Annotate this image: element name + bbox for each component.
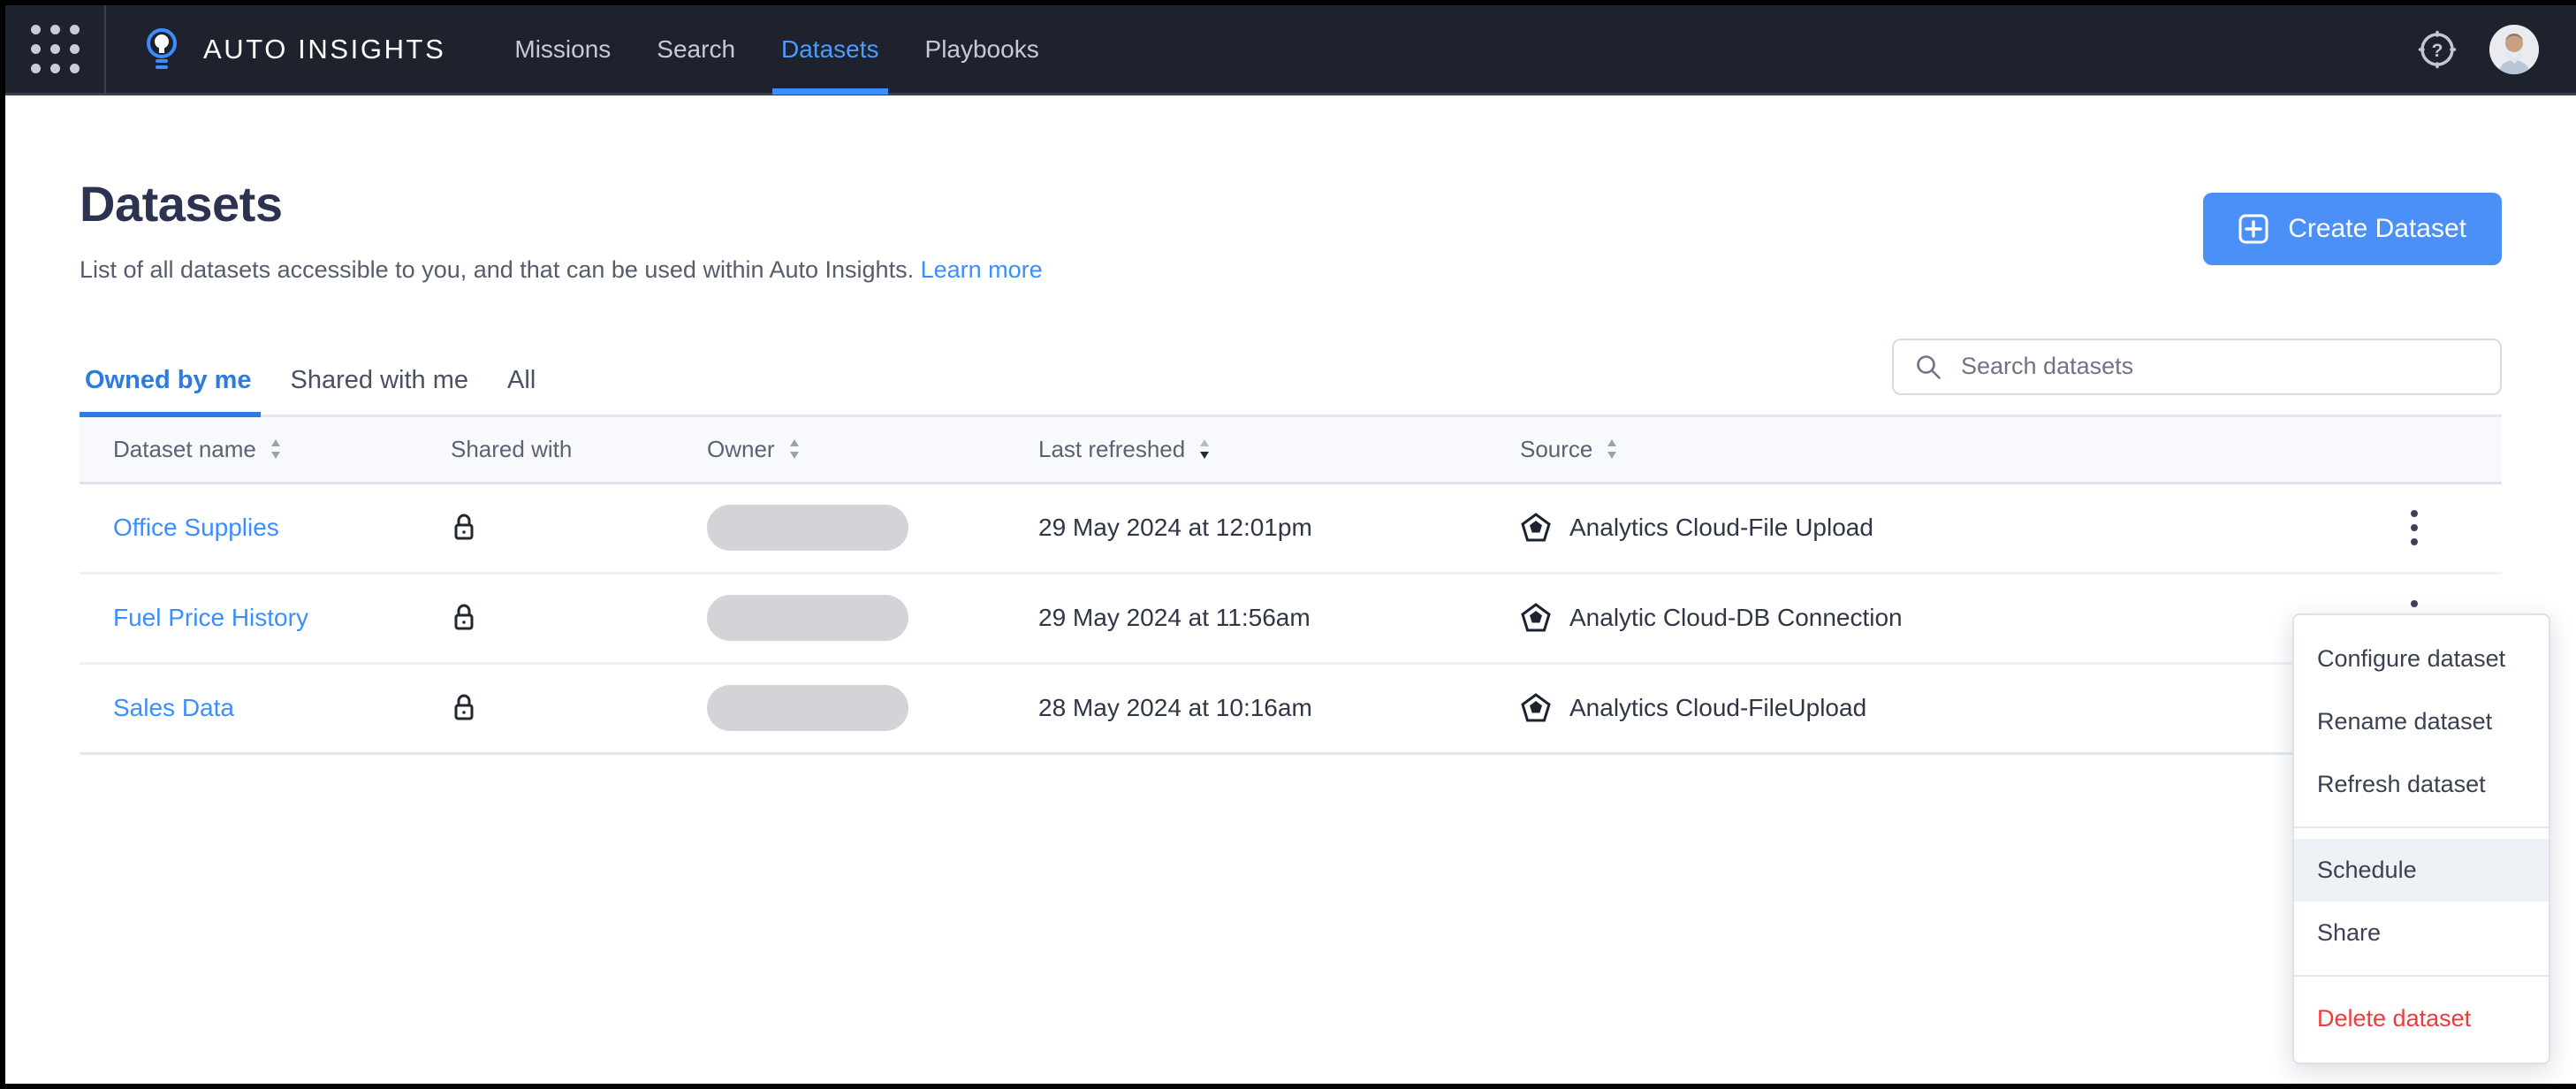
user-avatar-image	[2489, 24, 2539, 74]
column-label: Dataset name	[113, 435, 256, 462]
cell-shared-with	[451, 692, 707, 724]
column-header-shared-with: Shared with	[451, 436, 707, 463]
table-row[interactable]: Office Supplies 29 May 2024 at 12:01pm A…	[80, 484, 2502, 575]
source-label: Analytic Cloud-DB Connection	[1569, 604, 1903, 632]
nav-item-missions[interactable]: Missions	[491, 5, 634, 95]
page-header: Datasets List of all datasets accessible…	[80, 95, 2502, 284]
menu-item-refresh-dataset[interactable]: Refresh dataset	[2294, 753, 2549, 816]
menu-separator	[2294, 975, 2549, 977]
cell-source: Analytics Cloud-FileUpload	[1520, 692, 2245, 724]
tab-shared-with-me[interactable]: Shared with me	[271, 366, 489, 415]
lock-icon	[454, 604, 474, 630]
page-subtitle: List of all datasets accessible to you, …	[80, 256, 2203, 284]
row-actions-menu-button[interactable]	[2389, 502, 2440, 553]
column-label: Source	[1520, 435, 1593, 462]
cell-dataset-name: Sales Data	[80, 694, 451, 722]
cell-owner	[707, 505, 1038, 552]
cell-last-refreshed: 28 May 2024 at 10:16am	[1038, 694, 1312, 722]
search-container	[1892, 338, 2502, 395]
search-input[interactable]	[1892, 338, 2502, 395]
analytics-cloud-icon	[1521, 603, 1551, 632]
datasets-table: Dataset name Shared with Owner Last refr…	[80, 416, 2502, 755]
svg-text:?: ?	[2432, 41, 2443, 61]
create-dataset-label: Create Dataset	[2288, 214, 2466, 243]
app-grid-icon	[30, 25, 80, 73]
sort-arrows-icon	[270, 439, 280, 460]
tab-owned-by-me[interactable]: Owned by me	[80, 366, 271, 417]
owner-redacted-pill	[707, 505, 908, 552]
column-header-last-refreshed[interactable]: Last refreshed	[1038, 436, 1520, 463]
app-grid-button[interactable]	[5, 25, 104, 73]
help-circle-icon[interactable]: ?	[2417, 29, 2458, 70]
search-icon	[1917, 354, 1941, 379]
cell-last-refreshed: 29 May 2024 at 11:56am	[1038, 604, 1311, 632]
analytics-cloud-icon	[1521, 693, 1551, 722]
lock-icon	[454, 694, 474, 720]
nav-item-playbooks[interactable]: Playbooks	[902, 5, 1062, 95]
owner-redacted-pill	[707, 685, 908, 732]
avatar[interactable]	[2489, 24, 2539, 74]
dataset-filter-tabs: Owned by me Shared with me All	[80, 366, 555, 417]
column-label: Last refreshed	[1038, 435, 1186, 462]
menu-item-delete-dataset[interactable]: Delete dataset	[2294, 987, 2549, 1050]
tab-all[interactable]: All	[488, 366, 555, 415]
cell-source: Analytic Cloud-DB Connection	[1520, 602, 2245, 634]
cell-shared-with	[451, 512, 707, 544]
table-row[interactable]: Fuel Price History 29 May 2024 at 11:56a…	[80, 575, 2502, 665]
cell-actions	[2245, 502, 2502, 553]
sort-arrows-icon-desc-active	[1200, 439, 1210, 460]
lightbulb-icon	[147, 27, 177, 69]
main-nav: Missions Search Datasets Playbooks	[491, 5, 1062, 95]
menu-separator	[2294, 826, 2549, 828]
cell-shared-with	[451, 602, 707, 634]
lock-icon	[454, 514, 474, 540]
cell-owner	[707, 595, 1038, 642]
sort-arrows-icon	[789, 439, 799, 460]
column-header-owner[interactable]: Owner	[707, 436, 1038, 463]
top-navigation-bar: AUTO INSIGHTS Missions Search Datasets P…	[5, 5, 2576, 95]
source-label: Analytics Cloud-File Upload	[1569, 514, 1873, 542]
cell-last-refreshed: 29 May 2024 at 12:01pm	[1038, 514, 1312, 542]
column-header-dataset-name[interactable]: Dataset name	[80, 436, 451, 463]
column-label: Owner	[707, 435, 775, 462]
owner-redacted-pill	[707, 595, 908, 642]
nav-item-search[interactable]: Search	[634, 5, 758, 95]
nav-item-datasets[interactable]: Datasets	[758, 5, 902, 95]
menu-item-configure-dataset[interactable]: Configure dataset	[2294, 628, 2549, 690]
page-header-text: Datasets List of all datasets accessible…	[80, 177, 2203, 284]
column-header-source[interactable]: Source	[1520, 436, 2245, 463]
dataset-name-link[interactable]: Fuel Price History	[113, 604, 308, 632]
cell-dataset-name: Office Supplies	[80, 514, 451, 542]
table-row[interactable]: Sales Data 28 May 2024 at 10:16am Analyt…	[80, 665, 2502, 755]
cell-source: Analytics Cloud-File Upload	[1520, 512, 2245, 544]
create-dataset-button[interactable]: Create Dataset	[2203, 193, 2502, 265]
source-label: Analytics Cloud-FileUpload	[1569, 694, 1867, 722]
page-content: Datasets List of all datasets accessible…	[5, 95, 2576, 755]
brand-block[interactable]: AUTO INSIGHTS	[106, 27, 445, 72]
app-window: AUTO INSIGHTS Missions Search Datasets P…	[0, 0, 2576, 1089]
tabs-and-search: Owned by me Shared with me All	[80, 338, 2502, 417]
menu-item-rename-dataset[interactable]: Rename dataset	[2294, 690, 2549, 753]
menu-item-share[interactable]: Share	[2294, 902, 2549, 964]
brand-name: AUTO INSIGHTS	[203, 33, 446, 65]
learn-more-link[interactable]: Learn more	[921, 256, 1043, 283]
dataset-context-menu: Configure dataset Rename dataset Refresh…	[2292, 613, 2550, 1064]
menu-item-schedule[interactable]: Schedule	[2294, 839, 2549, 902]
column-label: Shared with	[451, 435, 573, 462]
dataset-name-link[interactable]: Office Supplies	[113, 514, 279, 542]
cell-owner	[707, 685, 1038, 732]
dataset-name-link[interactable]: Sales Data	[113, 694, 234, 722]
topbar-right-actions: ?	[2417, 24, 2576, 74]
cell-dataset-name: Fuel Price History	[80, 604, 451, 632]
page-title: Datasets	[80, 176, 283, 232]
page-subtitle-text: List of all datasets accessible to you, …	[80, 255, 915, 283]
analytics-cloud-icon	[1521, 513, 1551, 542]
table-header-row: Dataset name Shared with Owner Last refr…	[80, 416, 2502, 484]
plus-square-icon	[2238, 214, 2268, 244]
sort-arrows-icon	[1607, 439, 1617, 460]
